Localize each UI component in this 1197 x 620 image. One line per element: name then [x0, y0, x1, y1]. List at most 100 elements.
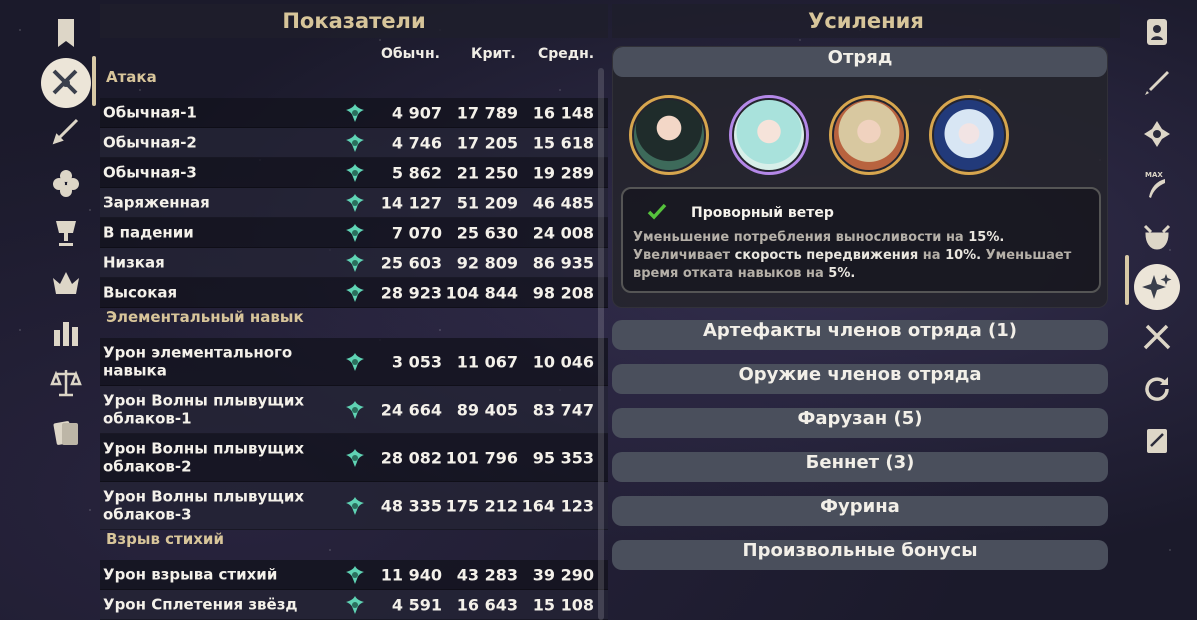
stat-normal-value: 28 082 — [380, 448, 442, 467]
stat-normal-value: 3 053 — [391, 352, 442, 371]
right-rail-active-indicator — [1125, 255, 1129, 305]
stat-normal-value: 4 746 — [391, 133, 442, 152]
stat-name: Низкая — [103, 253, 165, 272]
character-xianyun-portrait[interactable] — [629, 95, 709, 175]
active-buff-card[interactable]: Проворный ветер Уменьшение потребления в… — [621, 187, 1101, 293]
stat-crit-value: 16 643 — [456, 595, 518, 614]
bar-chart-icon[interactable] — [38, 308, 94, 358]
helmet-icon[interactable] — [1132, 210, 1182, 261]
stat-avg-value: 10 046 — [532, 352, 594, 371]
cards-icon[interactable] — [38, 408, 94, 458]
stats-row[interactable]: Урон Волны плывущих облаков-3 48 335 175 2… — [100, 482, 608, 530]
stats-row[interactable]: Низкая 25 603 92 809 86 935 — [100, 248, 608, 278]
artifact-icon[interactable] — [1132, 108, 1182, 159]
buff-description: Уменьшение потребления выносливости на 1… — [633, 230, 1072, 282]
stat-avg-value: 15 618 — [532, 133, 594, 152]
accordion-custom-bonuses[interactable]: Произвольные бонусы — [612, 540, 1108, 570]
accordion-party-weapons[interactable]: Оружие членов отряда — [612, 364, 1108, 394]
stat-name: Обычная-2 — [103, 133, 197, 152]
stats-row[interactable]: Обычная-1 4 907 17 789 16 148 — [100, 98, 608, 128]
stat-name: Урон взрыва стихий — [103, 565, 278, 584]
crown-icon[interactable] — [38, 258, 94, 308]
weapon-icon[interactable] — [1132, 57, 1182, 108]
stats-row[interactable]: Урон Волны плывущих облаков-1 24 664 89 40… — [100, 386, 608, 434]
accordion-party-artifacts[interactable]: Артефакты членов отряда (1) — [612, 320, 1108, 350]
anemo-element-icon — [344, 594, 366, 616]
character-card-icon[interactable] — [1132, 6, 1182, 57]
stats-row[interactable]: Обычная-2 4 746 17 205 15 618 — [100, 128, 608, 158]
stats-row[interactable]: В падении 7 070 25 630 24 008 — [100, 218, 608, 248]
stat-name: Высокая — [103, 283, 178, 302]
stat-normal-value: 4 907 — [391, 103, 442, 122]
anemo-element-icon — [344, 282, 366, 304]
character-furina-portrait[interactable] — [929, 95, 1009, 175]
accordion-faruzan[interactable]: Фарузан (5) — [612, 408, 1108, 438]
stat-crit-value: 17 205 — [456, 133, 518, 152]
stat-avg-value: 83 747 — [532, 400, 594, 419]
svg-text:MAX: MAX — [1145, 171, 1163, 179]
refresh-icon[interactable] — [1132, 363, 1182, 414]
stat-crit-value: 175 212 — [445, 496, 518, 515]
stat-avg-value: 86 935 — [532, 253, 594, 272]
accordion-bennett[interactable]: Беннет (3) — [612, 452, 1108, 482]
buffs-panel: Усиления Отряд Проворный ветер Уменьшени… — [612, 4, 1120, 620]
stats-scrollbar[interactable] — [598, 68, 604, 620]
stat-name: Урон Волны плывущих облаков-1 — [103, 390, 305, 428]
stat-normal-value: 14 127 — [380, 193, 442, 212]
party-avatars — [629, 95, 1009, 175]
bookmark-icon[interactable] — [38, 8, 94, 58]
stats-title: Показатели — [100, 4, 608, 38]
stat-avg-value: 15 108 — [532, 595, 594, 614]
stats-section-header: Взрыв стихий — [106, 530, 224, 548]
buffs-title: Усиления — [612, 4, 1120, 38]
col-crit: Крит. — [471, 46, 516, 62]
character-bennett-portrait[interactable] — [829, 95, 909, 175]
stat-crit-value: 17 789 — [456, 103, 518, 122]
notebook-icon[interactable] — [1132, 414, 1182, 465]
stats-row[interactable]: Урон взрыва стихий 11 940 43 283 39 290 — [100, 560, 608, 590]
stat-avg-value: 95 353 — [532, 448, 594, 467]
anemo-element-icon — [344, 399, 366, 421]
stat-crit-value: 11 067 — [456, 352, 518, 371]
anemo-element-icon — [344, 564, 366, 586]
stats-section-header: Атака — [106, 68, 157, 86]
stat-avg-value: 24 008 — [532, 223, 594, 242]
stat-normal-value: 11 940 — [380, 565, 442, 584]
stats-row[interactable]: Высокая 28 923 104 844 98 208 — [100, 278, 608, 308]
crossed-swords-icon[interactable] — [38, 58, 94, 108]
stats-section-rows: Урон взрыва стихий 11 940 43 283 39 290 Урон… — [100, 560, 608, 620]
stat-avg-value: 98 208 — [532, 283, 594, 302]
stat-crit-value: 21 250 — [456, 163, 518, 182]
stat-crit-value: 101 796 — [445, 448, 518, 467]
stats-row[interactable]: Урон элементального навыка 3 053 11 067 10 … — [100, 338, 608, 386]
stats-body: Атака Обычная-1 4 907 17 789 16 148 Обычная-2… — [100, 68, 608, 620]
flower-icon[interactable] — [38, 158, 94, 208]
stats-section-header: Элементальный навык — [106, 308, 304, 326]
stats-section-rows: Обычная-1 4 907 17 789 16 148 Обычная-2 4 746… — [100, 98, 608, 308]
stat-normal-value: 4 591 — [391, 595, 442, 614]
stat-name: В падении — [103, 223, 194, 242]
stat-crit-value: 92 809 — [456, 253, 518, 272]
stats-row[interactable]: Урон Сплетения звёзд 4 591 16 643 15 108 — [100, 590, 608, 620]
food-icon[interactable] — [1132, 312, 1182, 363]
anemo-element-icon — [344, 102, 366, 124]
scales-icon[interactable] — [38, 358, 94, 408]
accordion-furina[interactable]: Фурина — [612, 496, 1108, 526]
left-rail-active-indicator — [92, 56, 96, 106]
stats-row[interactable]: Заряженная 14 127 51 209 46 485 — [100, 188, 608, 218]
goblet-icon[interactable] — [38, 208, 94, 258]
stat-normal-value: 25 603 — [380, 253, 442, 272]
stat-name: Обычная-3 — [103, 163, 197, 182]
party-section: Отряд Проворный ветер Уменьшение потребл… — [612, 46, 1108, 308]
stat-avg-value: 164 123 — [521, 496, 594, 515]
stats-section-rows: Урон элементального навыка 3 053 11 067 10 … — [100, 338, 608, 530]
right-icon-rail: MAX — [1132, 6, 1182, 465]
col-normal: Обычн. — [381, 46, 440, 62]
sword-icon[interactable] — [38, 108, 94, 158]
party-header[interactable]: Отряд — [613, 47, 1107, 77]
stats-row[interactable]: Обычная-3 5 862 21 250 19 289 — [100, 158, 608, 188]
character-faruzan-portrait[interactable] — [729, 95, 809, 175]
stats-row[interactable]: Урон Волны плывущих облаков-2 28 082 101 7… — [100, 434, 608, 482]
max-feather-icon[interactable]: MAX — [1132, 159, 1182, 210]
sparkle-stars-icon[interactable] — [1132, 261, 1182, 312]
